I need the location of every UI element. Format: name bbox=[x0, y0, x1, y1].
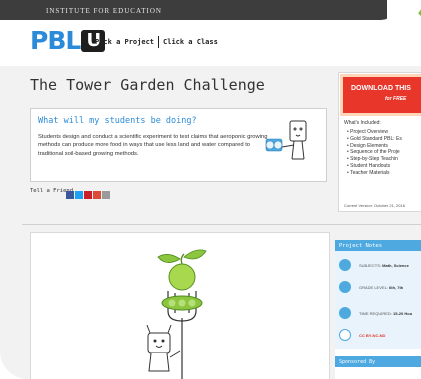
what-heading: What will my students be doing? bbox=[38, 116, 197, 126]
download-label: DOWNLOAD THIS bbox=[351, 85, 411, 92]
nav-pick-project[interactable]: Pick a Project bbox=[95, 38, 154, 46]
logo-text: PBL bbox=[30, 26, 81, 55]
email-icon[interactable] bbox=[102, 191, 110, 199]
subjects-value: Math, Science bbox=[382, 263, 409, 268]
subjects-icon bbox=[339, 259, 351, 271]
time-row: TIME REQUIRED: 15-20 Hou bbox=[339, 307, 421, 323]
clipboard-icon bbox=[339, 307, 351, 319]
page-title: The Tower Garden Challenge bbox=[30, 76, 265, 94]
org-name: INSTITUTE FOR EDUCATION bbox=[46, 7, 162, 15]
list-item: Teacher Materials bbox=[347, 170, 402, 177]
grade-value: 6th, 7th bbox=[389, 285, 404, 290]
time-label: TIME REQUIRED: bbox=[359, 311, 392, 316]
creative-commons-icon bbox=[339, 329, 351, 341]
nav-click-class[interactable]: Click a Class bbox=[163, 38, 218, 46]
site-header: PBL U Pick a Project Click a Class bbox=[0, 20, 421, 66]
list-item: Step-by-Step Teachin bbox=[347, 156, 402, 163]
grade-row: GRADE LEVEL: 6th, 7th bbox=[339, 281, 421, 297]
download-button[interactable]: DOWNLOAD THIS for FREE bbox=[343, 77, 421, 113]
fork-apple-illustration bbox=[146, 249, 207, 379]
license-row: CC BY-NC-ND bbox=[339, 329, 421, 345]
pinterest-icon[interactable] bbox=[84, 191, 92, 199]
project-image bbox=[30, 232, 330, 379]
list-item: Project Overview bbox=[347, 129, 402, 136]
sponsored-by-heading: Sponsored By bbox=[335, 356, 421, 367]
included-list: Project Overview Gold Standard PBL: Es D… bbox=[347, 129, 402, 176]
project-notes-panel: Project Notes SUBJECTS: Math, Science GR… bbox=[335, 240, 421, 379]
page-frame: INSTITUTE FOR EDUCATION PBL U Pick a Proj… bbox=[0, 0, 421, 379]
google-plus-icon[interactable] bbox=[93, 191, 101, 199]
section-divider bbox=[22, 224, 421, 225]
twitter-icon[interactable] bbox=[75, 191, 83, 199]
list-item: Design Elements bbox=[347, 143, 402, 150]
what-description: Students design and conduct a scientific… bbox=[38, 134, 268, 157]
included-label: What's Included: bbox=[344, 120, 381, 126]
project-notes-body: SUBJECTS: Math, Science GRADE LEVEL: 6th… bbox=[335, 251, 421, 349]
project-notes-heading: Project Notes bbox=[335, 240, 421, 251]
subjects-row: SUBJECTS: Math, Science bbox=[339, 259, 421, 275]
list-item: Sequence of the Proje bbox=[347, 149, 402, 156]
share-buttons bbox=[66, 186, 111, 204]
download-panel: DOWNLOAD THIS for FREE What's Included: … bbox=[338, 72, 421, 212]
subjects-label: SUBJECTS: bbox=[359, 263, 382, 268]
list-item: Gold Standard PBL: Es bbox=[347, 136, 402, 143]
student-camera-illustration bbox=[265, 120, 307, 160]
time-value: 15-20 Hou bbox=[393, 311, 413, 316]
what-students-do-box: What will my students be doing? Students… bbox=[30, 108, 327, 182]
current-version: Current Version: October 21, 2016 bbox=[344, 203, 405, 208]
download-free-label: for FREE bbox=[385, 96, 407, 102]
main-nav: Pick a Project Click a Class bbox=[95, 36, 218, 48]
grade-icon bbox=[339, 281, 351, 293]
grade-label: GRADE LEVEL: bbox=[359, 285, 388, 290]
license-text[interactable]: CC BY-NC-ND bbox=[359, 333, 385, 338]
top-bar: INSTITUTE FOR EDUCATION bbox=[0, 0, 400, 20]
facebook-icon[interactable] bbox=[66, 191, 74, 199]
nav-separator bbox=[158, 36, 160, 48]
list-item: Student Handouts bbox=[347, 163, 402, 170]
